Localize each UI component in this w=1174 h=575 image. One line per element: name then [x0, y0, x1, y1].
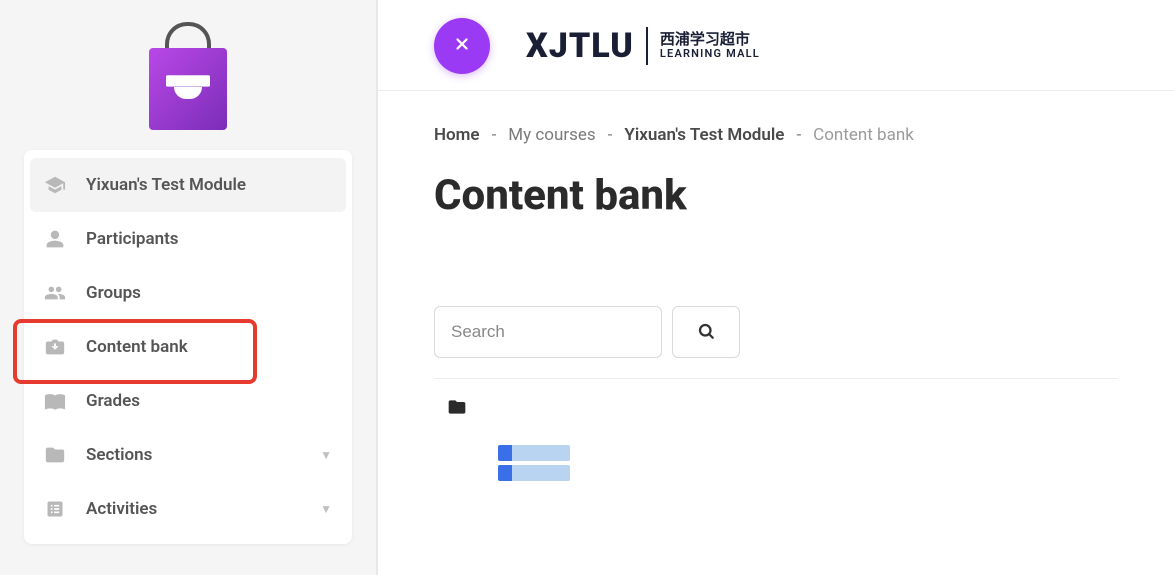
brand-en-text: LEARNING MALL — [660, 48, 760, 61]
sidebar-item-label: Yixuan's Test Module — [86, 175, 332, 195]
users-icon — [44, 282, 66, 304]
content-thumbnail[interactable] — [498, 445, 570, 481]
breadcrumb-sep: - — [608, 125, 613, 145]
close-icon — [453, 34, 471, 58]
box-icon — [44, 336, 66, 358]
search-icon — [697, 322, 715, 343]
breadcrumb-sep: - — [492, 125, 497, 145]
breadcrumb-home[interactable]: Home — [434, 125, 480, 145]
header: XJTLU 西浦学习超市 LEARNING MALL — [378, 0, 1174, 91]
sidebar-nav: Yixuan's Test Module Participants Groups… — [24, 150, 352, 544]
user-icon — [44, 228, 66, 250]
shopping-bag-logo — [142, 22, 234, 134]
sidebar-item-activities[interactable]: Activities ▼ — [30, 482, 346, 536]
breadcrumb-mycourses[interactable]: My courses — [508, 125, 595, 145]
chevron-down-icon: ▼ — [320, 502, 332, 516]
sidebar-item-label: Activities — [86, 499, 300, 519]
sidebar-item-groups[interactable]: Groups — [30, 266, 346, 320]
close-button[interactable] — [434, 18, 490, 74]
search-button[interactable] — [672, 306, 740, 358]
brand-cn-text: 西浦学习超市 — [660, 31, 760, 48]
sidebar-item-course[interactable]: Yixuan's Test Module — [30, 158, 346, 212]
chevron-down-icon: ▼ — [320, 448, 332, 462]
sidebar-item-content-bank[interactable]: Content bank — [30, 320, 346, 374]
main-content: XJTLU 西浦学习超市 LEARNING MALL Home - My cou… — [378, 0, 1174, 575]
sidebar: Yixuan's Test Module Participants Groups… — [0, 0, 378, 575]
sidebar-item-label: Groups — [86, 283, 332, 303]
sidebar-logo — [6, 0, 370, 144]
sidebar-item-participants[interactable]: Participants — [30, 212, 346, 266]
brand-main-text: XJTLU — [526, 26, 634, 66]
folder-icon[interactable] — [444, 402, 470, 421]
book-icon — [44, 390, 66, 412]
sidebar-item-grades[interactable]: Grades — [30, 374, 346, 428]
brand-divider — [646, 27, 648, 65]
graduation-cap-icon — [44, 174, 66, 196]
sidebar-item-label: Sections — [86, 445, 300, 465]
breadcrumb-sep: - — [796, 125, 801, 145]
sidebar-item-label: Content bank — [86, 337, 332, 357]
search-input[interactable] — [434, 306, 662, 358]
graduation-cap-icon — [166, 75, 210, 103]
list-icon — [44, 498, 66, 520]
sidebar-item-sections[interactable]: Sections ▼ — [30, 428, 346, 482]
breadcrumb: Home - My courses - Yixuan's Test Module… — [434, 125, 1118, 145]
page-title: Content bank — [434, 171, 1118, 220]
breadcrumb-module[interactable]: Yixuan's Test Module — [624, 125, 784, 145]
sidebar-item-label: Grades — [86, 391, 332, 411]
folder-bar — [434, 378, 1118, 427]
sidebar-item-label: Participants — [86, 229, 332, 249]
search-row — [434, 306, 1118, 358]
breadcrumb-current: Content bank — [813, 125, 914, 145]
brand-logo: XJTLU 西浦学习超市 LEARNING MALL — [526, 26, 760, 66]
folder-icon — [44, 444, 66, 466]
